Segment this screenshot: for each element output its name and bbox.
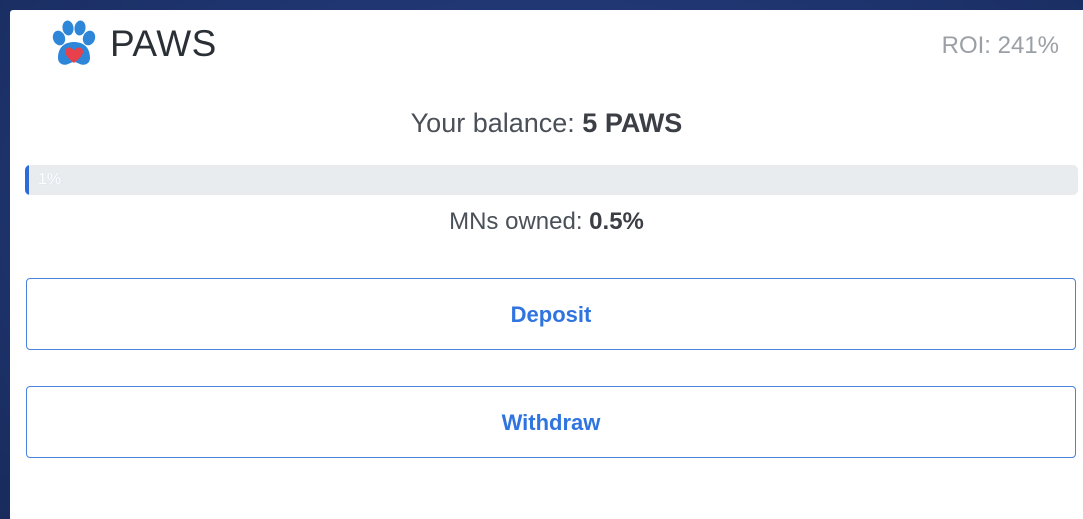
mns-label: MNs owned: xyxy=(449,208,590,235)
balance-label: Your balance: xyxy=(410,108,583,138)
logo: PAWS xyxy=(48,18,217,70)
app-background: PAWS ROI: 241% Your balance: 5 PAWS 1% M… xyxy=(0,0,1083,519)
progress-fill xyxy=(25,165,30,195)
mns-value: 0.5% xyxy=(589,208,644,235)
mn-progress-bar: 1% xyxy=(25,165,1078,195)
wallet-card: PAWS ROI: 241% Your balance: 5 PAWS 1% M… xyxy=(10,10,1083,519)
balance-value: 5 PAWS xyxy=(582,108,683,138)
header: PAWS ROI: 241% xyxy=(10,10,1083,90)
mns-owned-line: MNs owned: 0.5% xyxy=(10,208,1083,236)
progress-label: 1% xyxy=(38,171,62,188)
withdraw-button[interactable]: Withdraw xyxy=(26,386,1076,458)
balance-line: Your balance: 5 PAWS xyxy=(10,108,1083,139)
brand-name: PAWS xyxy=(110,23,217,64)
paw-heart-icon xyxy=(48,18,100,70)
roi-indicator: ROI: 241% xyxy=(941,32,1059,59)
deposit-button[interactable]: Deposit xyxy=(26,278,1076,350)
